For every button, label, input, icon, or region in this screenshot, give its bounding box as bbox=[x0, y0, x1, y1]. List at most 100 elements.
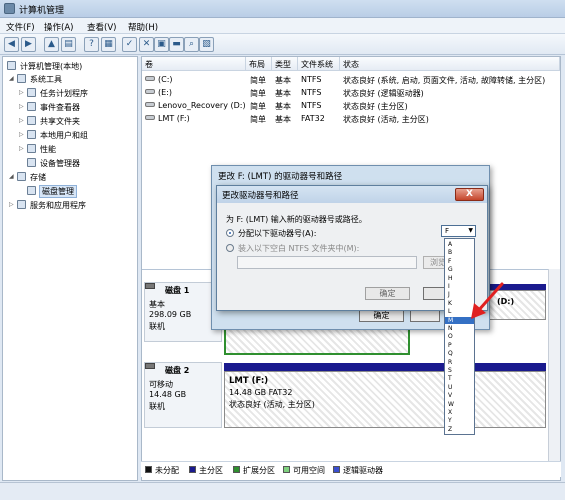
drive-letter-option[interactable]: O bbox=[445, 333, 474, 340]
tree-performance[interactable]: 性能 bbox=[40, 144, 56, 155]
volume-row[interactable]: LMT (F:) 简单 基本 FAT32 状态良好 (活动, 主分区) bbox=[142, 112, 560, 125]
drive-letter-option[interactable]: B bbox=[445, 249, 474, 256]
volume-type: 基本 bbox=[275, 115, 291, 124]
volume-fs: FAT32 bbox=[301, 114, 325, 123]
assign-letter-radio[interactable] bbox=[226, 229, 234, 237]
expand-icon[interactable]: ▷ bbox=[19, 103, 24, 110]
toolbar: ◀ ▶ ▲ ▤ ? ▦ ✓ ✕ ▣ ▬ ⌕ ▧ bbox=[0, 34, 565, 55]
menu-action[interactable]: 操作(A) bbox=[44, 21, 73, 33]
drive-letter-list[interactable]: ABFGHIJKLMNOPQRSTUVWXYZ bbox=[444, 238, 475, 435]
menu-file[interactable]: 文件(F) bbox=[6, 21, 35, 33]
tree-device-manager[interactable]: 设备管理器 bbox=[40, 158, 80, 169]
computer-icon bbox=[7, 61, 16, 70]
drive-icon bbox=[145, 89, 155, 94]
drive-letter-option[interactable]: X bbox=[445, 409, 474, 416]
drive-letter-value: F bbox=[445, 227, 450, 235]
refresh-icon[interactable]: ✓ bbox=[122, 37, 137, 52]
volume-name: Lenovo_Recovery (D:) bbox=[158, 101, 246, 110]
col-header-type[interactable]: 类型 bbox=[272, 57, 298, 71]
drive-letter-option[interactable]: U bbox=[445, 384, 474, 391]
expand-icon[interactable]: ▷ bbox=[19, 117, 24, 124]
open-folder-icon[interactable]: ▬ bbox=[169, 37, 184, 52]
delete-icon[interactable]: ✕ bbox=[139, 37, 154, 52]
drive-letter-option[interactable]: A bbox=[445, 241, 474, 248]
assign-letter-label: 分配以下驱动器号(A): bbox=[238, 229, 317, 238]
expand-icon[interactable]: ▷ bbox=[19, 131, 24, 138]
clock-icon bbox=[27, 88, 36, 97]
disk-management-icon bbox=[27, 186, 36, 195]
tree-shared-folders[interactable]: 共享文件夹 bbox=[40, 116, 80, 127]
folder-path-input[interactable] bbox=[237, 256, 417, 269]
volume-status: 状态良好 (活动, 主分区) bbox=[343, 115, 429, 124]
expand-icon[interactable]: ▷ bbox=[9, 201, 14, 208]
tree-system-tools[interactable]: 系统工具 bbox=[30, 74, 62, 85]
tree-event-viewer[interactable]: 事件查看器 bbox=[40, 102, 80, 113]
col-header-volume[interactable]: 卷 bbox=[142, 57, 246, 71]
back-icon[interactable]: ◀ bbox=[4, 37, 19, 52]
close-icon[interactable]: X bbox=[455, 188, 484, 201]
menu-view[interactable]: 查看(V) bbox=[87, 21, 116, 33]
disk2-info[interactable]: 磁盘 2 可移动 14.48 GB 联机 bbox=[144, 362, 222, 428]
collapse-icon[interactable]: ◢ bbox=[9, 75, 14, 82]
drive-letter-option[interactable]: N bbox=[445, 325, 474, 332]
drive-letter-option[interactable]: P bbox=[445, 342, 474, 349]
image-icon[interactable]: ▧ bbox=[199, 37, 214, 52]
tree-local-users[interactable]: 本地用户和组 bbox=[40, 130, 88, 141]
vertical-scrollbar[interactable] bbox=[548, 269, 560, 464]
disk2-part-status: 状态良好 (活动, 主分区) bbox=[229, 400, 315, 409]
drive-letter-select[interactable]: F ▼ bbox=[441, 225, 476, 237]
forward-icon[interactable]: ▶ bbox=[21, 37, 36, 52]
drive-letter-option[interactable]: Z bbox=[445, 426, 474, 433]
tree-task-scheduler[interactable]: 任务计划程序 bbox=[40, 88, 88, 99]
disk1-name: 磁盘 1 bbox=[165, 286, 190, 295]
expand-icon[interactable]: ▷ bbox=[19, 89, 24, 96]
legend-swatch bbox=[283, 466, 290, 473]
show-tree-icon[interactable]: ▤ bbox=[61, 37, 76, 52]
drive-letter-option[interactable]: G bbox=[445, 266, 474, 273]
drive-letter-option[interactable]: W bbox=[445, 401, 474, 408]
tools-icon bbox=[17, 74, 26, 83]
disk2-size: 14.48 GB bbox=[149, 390, 187, 399]
help-icon[interactable]: ? bbox=[84, 37, 99, 52]
up-folder-icon[interactable]: ▲ bbox=[44, 37, 59, 52]
col-header-layout[interactable]: 布局 bbox=[246, 57, 272, 71]
disk2-partition-f[interactable]: LMT (F:) 14.48 GB FAT32 状态良好 (活动, 主分区) bbox=[224, 371, 546, 428]
drive-letter-option[interactable]: T bbox=[445, 375, 474, 382]
drive-letter-option[interactable]: Y bbox=[445, 417, 474, 424]
event-viewer-icon bbox=[27, 102, 36, 111]
copy-icon[interactable]: ▣ bbox=[154, 37, 169, 52]
disk-icon bbox=[145, 363, 155, 369]
volume-fs: NTFS bbox=[301, 88, 322, 97]
tree-storage[interactable]: 存储 bbox=[30, 172, 46, 183]
expand-icon[interactable]: ▷ bbox=[19, 145, 24, 152]
drive-letter-option[interactable]: V bbox=[445, 392, 474, 399]
volume-row[interactable]: (E:) 简单 基本 NTFS 状态良好 (逻辑驱动器) bbox=[142, 86, 560, 99]
volume-row[interactable]: (C:) 简单 基本 NTFS 状态良好 (系统, 启动, 页面文件, 活动, … bbox=[142, 73, 560, 86]
chevron-down-icon: ▼ bbox=[468, 227, 473, 234]
volume-layout: 简单 bbox=[250, 115, 266, 124]
mount-folder-radio[interactable] bbox=[226, 244, 234, 252]
volume-status: 状态良好 (逻辑驱动器) bbox=[343, 89, 424, 98]
menu-help[interactable]: 帮助(H) bbox=[128, 21, 158, 33]
properties-icon[interactable]: ▦ bbox=[101, 37, 116, 52]
volume-row[interactable]: Lenovo_Recovery (D:) 简单 基本 NTFS 状态良好 (主分… bbox=[142, 99, 560, 112]
search-icon[interactable]: ⌕ bbox=[184, 37, 199, 52]
inner-dialog-header: 更改驱动器号和路径 X bbox=[217, 186, 487, 203]
disk1-size: 298.09 GB bbox=[149, 310, 192, 319]
col-header-fs[interactable]: 文件系统 bbox=[298, 57, 340, 71]
legend: 未分配 主分区 扩展分区 可用空间 逻辑驱动器 bbox=[141, 461, 561, 477]
drive-letter-option[interactable]: Q bbox=[445, 350, 474, 357]
performance-icon bbox=[27, 144, 36, 153]
col-header-status[interactable]: 状态 bbox=[340, 57, 560, 71]
drive-letter-option[interactable]: F bbox=[445, 258, 474, 265]
legend-primary: 主分区 bbox=[199, 466, 223, 475]
volume-name: LMT (F:) bbox=[158, 114, 190, 123]
drive-letter-option[interactable]: R bbox=[445, 359, 474, 366]
drive-letter-option[interactable]: S bbox=[445, 367, 474, 374]
collapse-icon[interactable]: ◢ bbox=[9, 173, 14, 180]
tree-root[interactable]: 计算机管理(本地) bbox=[20, 61, 82, 72]
inner-ok-button[interactable]: 确定 bbox=[365, 287, 410, 300]
tree-disk-management[interactable]: 磁盘管理 bbox=[39, 185, 77, 198]
tree-services[interactable]: 服务和应用程序 bbox=[30, 200, 86, 211]
drive-icon bbox=[145, 115, 155, 120]
